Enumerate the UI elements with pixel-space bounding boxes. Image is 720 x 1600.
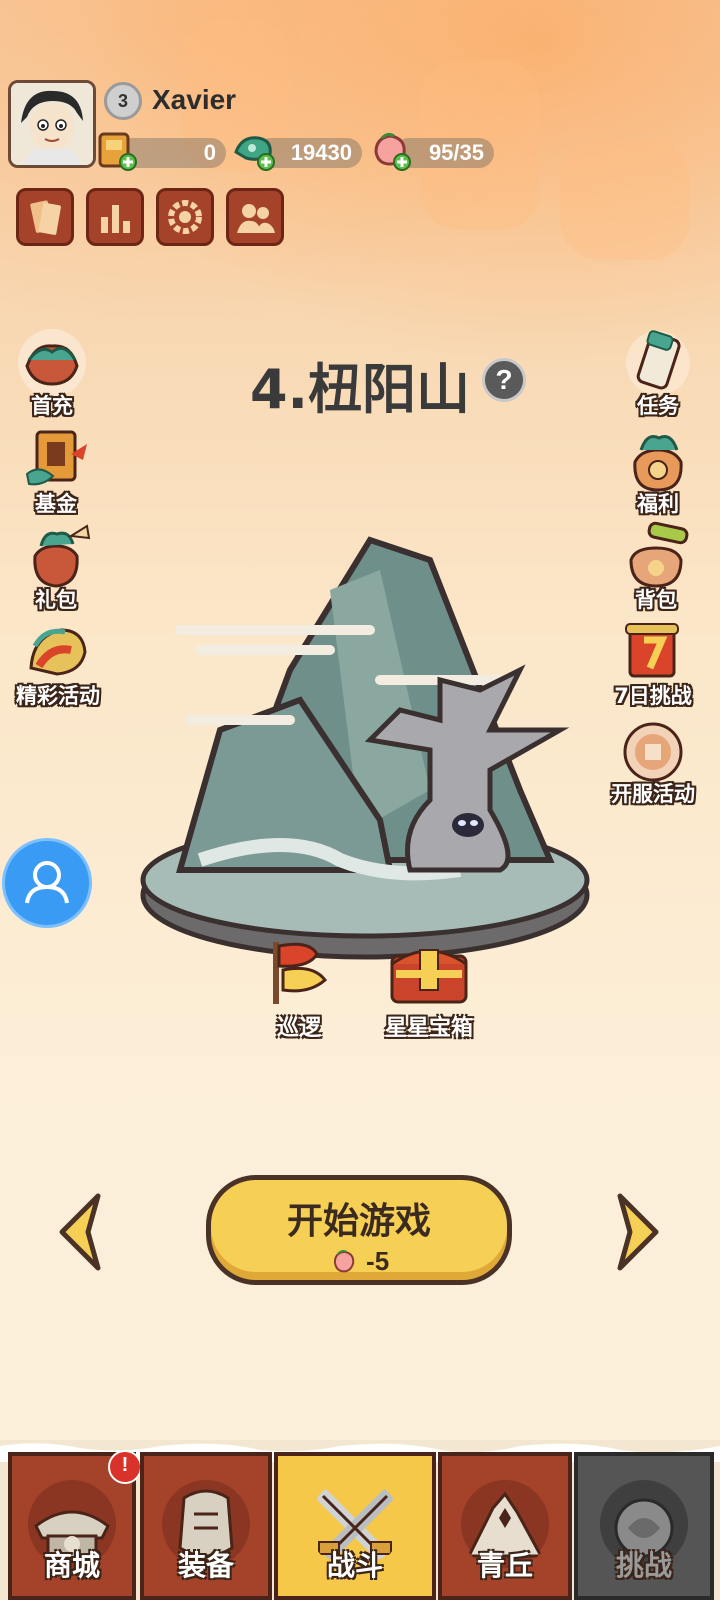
nav-tab-challenge[interactable]: 挑战 (574, 1452, 714, 1600)
left-menu-fund[interactable]: 基金 (6, 424, 106, 518)
right-menu-tasks[interactable]: 任务 (608, 326, 708, 420)
jade-coin-icon[interactable] (232, 128, 276, 172)
reward-star-chest[interactable]: 星星宝箱 (374, 936, 484, 1042)
right-menu-seven-day[interactable]: 7日挑战 (598, 616, 708, 710)
jade-coin-value: 19430 (290, 140, 352, 165)
rank-icon (101, 205, 130, 233)
server-event-icon (623, 722, 683, 782)
player-name: Xavier (152, 84, 237, 115)
backpack-icon (629, 521, 689, 588)
player-avatar[interactable] (8, 80, 96, 168)
stamina-cost: -5 (211, 1246, 507, 1277)
stage-mountain-illustration[interactable] (140, 530, 590, 1000)
ticket-value: 0 (203, 140, 216, 165)
settings-icon (168, 200, 202, 234)
start-game-label: 开始游戏 (286, 1201, 431, 1242)
nav-label: 青丘 (476, 1549, 533, 1582)
player-level-badge: 3 (104, 82, 142, 120)
left-menu-gift-bag[interactable]: 礼包 (6, 520, 106, 614)
left-menu-events[interactable]: 精彩活动 (8, 616, 108, 710)
menu-label: 开服活动 (611, 782, 695, 806)
settings-button[interactable] (156, 188, 214, 246)
reward-label: 星星宝箱 (384, 1016, 473, 1041)
previous-stage-arrow-icon[interactable] (52, 1190, 112, 1274)
gift-bag-icon (33, 524, 91, 588)
help-icon: ? (495, 364, 513, 395)
reward-label: 巡逻 (276, 1016, 321, 1041)
task-scroll-icon (626, 330, 690, 395)
floating-user-button[interactable] (2, 838, 92, 928)
avatar-portrait-icon (11, 83, 93, 165)
nav-label: 挑战 (615, 1549, 672, 1582)
right-menu-backpack[interactable]: 背包 (606, 520, 706, 614)
stamina-cost-value: -5 (366, 1246, 390, 1276)
event-icon (29, 628, 87, 676)
menu-label: 精彩活动 (16, 684, 100, 708)
help-button[interactable]: ? (482, 358, 526, 402)
nav-label: 商城 (43, 1549, 100, 1582)
nav-label: 装备 (177, 1549, 234, 1582)
friends-icon (237, 204, 275, 233)
ticket-icon[interactable] (94, 128, 138, 172)
next-stage-arrow-icon[interactable] (606, 1190, 666, 1274)
welfare-bag-icon (633, 435, 683, 492)
seven-day-icon (625, 623, 679, 678)
nav-tab-battle[interactable]: 战斗 (274, 1452, 436, 1600)
rank-button[interactable] (86, 188, 144, 246)
star-chest-icon (390, 949, 468, 1004)
shop-alert-badge: ! (108, 1450, 142, 1484)
nav-tab-equipment[interactable]: 装备 (140, 1452, 272, 1600)
card-icon (30, 200, 61, 235)
user-icon (25, 861, 69, 904)
right-menu-server-event[interactable]: 开服活动 (596, 714, 710, 808)
peach-icon[interactable] (368, 128, 412, 172)
right-menu-welfare[interactable]: 福利 (608, 424, 708, 518)
left-menu-first-recharge[interactable]: 首充 (2, 326, 102, 420)
fund-icon (25, 430, 87, 486)
background-lantern (560, 140, 690, 260)
friends-button[interactable] (226, 188, 284, 246)
stamina-value: 95/35 (428, 140, 484, 165)
menu-label: 7日挑战 (614, 684, 692, 708)
patrol-flag-icon (273, 942, 328, 1004)
nav-tab-qingqiu[interactable]: 青丘 (438, 1452, 572, 1600)
peach-icon (333, 1250, 355, 1273)
nav-label: 战斗 (326, 1549, 383, 1582)
reward-patrol[interactable]: 巡逻 (254, 936, 344, 1042)
start-game-button[interactable]: 开始游戏 -5 (206, 1175, 512, 1285)
first-recharge-icon (18, 329, 86, 397)
cards-button[interactable] (16, 188, 74, 246)
